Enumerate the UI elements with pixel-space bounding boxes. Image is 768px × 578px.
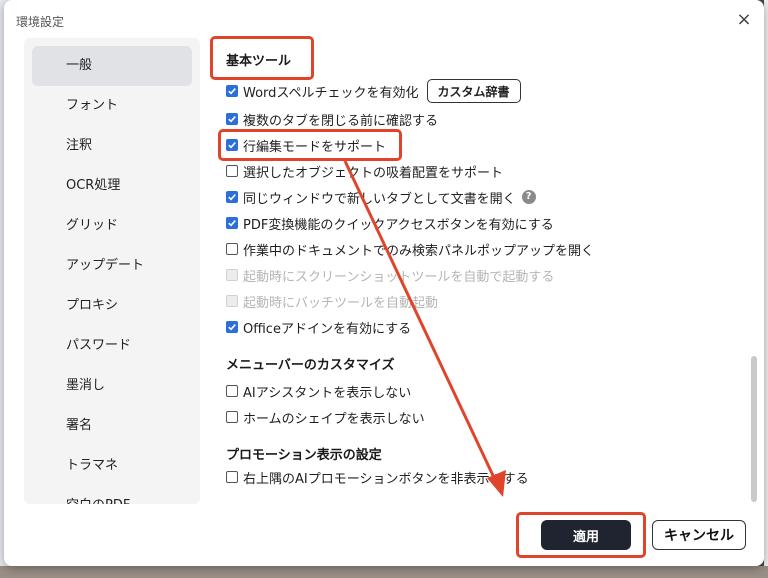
sidebar-item-proxy[interactable]: プロキシ — [32, 286, 192, 326]
option-label: 同じウィンドウで新しいタブとして文書を開く — [243, 191, 516, 207]
help-icon[interactable]: ? — [521, 190, 536, 204]
settings-content: 基本ツール Wordスペルチェックを有効化 カスタム辞書 複数のタブを閉じる前に… — [210, 38, 746, 504]
option-word-spellcheck[interactable]: Wordスペルチェックを有効化 カスタム辞書 — [226, 79, 521, 103]
preferences-dialog: 環境設定 × 一般 フォント 注釈 OCR処理 グリッド アップデート プロキシ… — [4, 0, 764, 566]
section-heading-menubar: メニューバーのカスタマイズ — [226, 358, 395, 373]
checkbox-unchecked-icon[interactable] — [226, 243, 238, 255]
sidebar-item-password[interactable]: パスワード — [32, 326, 192, 366]
option-label: Officeアドインを有効にする — [243, 321, 412, 337]
option-office-addin[interactable]: Officeアドインを有効にする — [226, 316, 411, 338]
option-label: 行編集モードをサポート — [243, 139, 387, 155]
checkbox-disabled-icon — [226, 269, 238, 281]
option-label: PDF変換機能のクイックアクセスボタンを有効にする — [243, 217, 554, 233]
background-app-right — [764, 0, 768, 578]
checkbox-unchecked-icon[interactable] — [226, 385, 238, 397]
option-confirm-close-tabs[interactable]: 複数のタブを閉じる前に確認する — [226, 108, 438, 130]
cancel-button[interactable]: キャンセル — [652, 520, 746, 550]
sidebar-item-redaction[interactable]: 墨消し — [32, 366, 192, 406]
sidebar-item-general[interactable]: 一般 — [32, 46, 192, 86]
option-label: Wordスペルチェックを有効化 — [243, 85, 419, 101]
dialog-title: 環境設定 — [16, 15, 65, 29]
option-label: ホームのシェイプを表示しない — [243, 411, 425, 427]
option-label: 作業中のドキュメントでのみ検索パネルポップアップを開く — [243, 243, 595, 259]
option-label: 選択したオブジェクトの吸着配置をサポート — [243, 165, 504, 181]
sidebar-item-font[interactable]: フォント — [32, 86, 192, 126]
checkbox-disabled-icon — [226, 295, 238, 307]
option-auto-screenshot-tool: 起動時にスクリーンショットツールを自動で起動する — [226, 264, 554, 286]
option-label: 右上隅のAIプロモーションボタンを非表示にする — [243, 471, 529, 487]
section-heading-basic-tools: 基本ツール — [226, 54, 292, 69]
sidebar-item-trackchanges[interactable]: トラマネ — [32, 446, 192, 486]
option-search-panel-popup[interactable]: 作業中のドキュメントでのみ検索パネルポップアップを開く — [226, 238, 594, 260]
sidebar-item-grid[interactable]: グリッド — [32, 206, 192, 246]
background-app-bottom — [0, 566, 768, 578]
checkbox-checked-icon[interactable] — [226, 321, 238, 333]
option-label: AIアシスタントを表示しない — [243, 385, 412, 401]
content-scrollbar[interactable] — [751, 356, 757, 502]
close-icon[interactable]: × — [736, 11, 752, 29]
sidebar-item-annotation[interactable]: 注釈 — [32, 126, 192, 166]
option-open-in-new-tab[interactable]: 同じウィンドウで新しいタブとして文書を開く ? — [226, 186, 536, 208]
checkbox-unchecked-icon[interactable] — [226, 471, 238, 483]
option-snap-selected-object[interactable]: 選択したオブジェクトの吸着配置をサポート — [226, 160, 503, 182]
checkbox-checked-icon[interactable] — [226, 113, 238, 125]
checkbox-unchecked-icon[interactable] — [226, 411, 238, 423]
apply-button[interactable]: 適用 — [541, 520, 631, 550]
checkbox-unchecked-icon[interactable] — [226, 165, 238, 177]
checkbox-checked-icon[interactable] — [226, 191, 238, 203]
checkbox-checked-icon[interactable] — [226, 139, 238, 151]
option-hide-ai-promotion-button[interactable]: 右上隅のAIプロモーションボタンを非表示にする — [226, 466, 529, 488]
option-label: 複数のタブを閉じる前に確認する — [243, 113, 439, 129]
sidebar-item-signature[interactable]: 署名 — [32, 406, 192, 446]
checkbox-checked-icon[interactable] — [226, 85, 238, 97]
sidebar-item-blank-pdf[interactable]: 空白のPDF — [32, 486, 192, 504]
option-line-edit-mode[interactable]: 行編集モードをサポート — [226, 134, 386, 156]
option-hide-home-shapes[interactable]: ホームのシェイプを表示しない — [226, 406, 425, 428]
section-heading-promotion: プロモーション表示の設定 — [226, 448, 382, 463]
custom-dictionary-button[interactable]: カスタム辞書 — [426, 79, 521, 103]
checkbox-checked-icon[interactable] — [226, 217, 238, 229]
sidebar-item-ocr[interactable]: OCR処理 — [32, 166, 192, 206]
option-label: 起動時にスクリーンショットツールを自動で起動する — [243, 269, 555, 285]
sidebar: 一般 フォント 注釈 OCR処理 グリッド アップデート プロキシ パスワード … — [24, 38, 200, 504]
option-auto-batch-tool: 起動時にバッチツールを自動起動 — [226, 290, 438, 312]
option-hide-ai-assistant[interactable]: AIアシスタントを表示しない — [226, 380, 411, 402]
option-label: 起動時にバッチツールを自動起動 — [243, 295, 439, 311]
option-pdf-convert-quick-access[interactable]: PDF変換機能のクイックアクセスボタンを有効にする — [226, 212, 554, 234]
sidebar-item-update[interactable]: アップデート — [32, 246, 192, 286]
